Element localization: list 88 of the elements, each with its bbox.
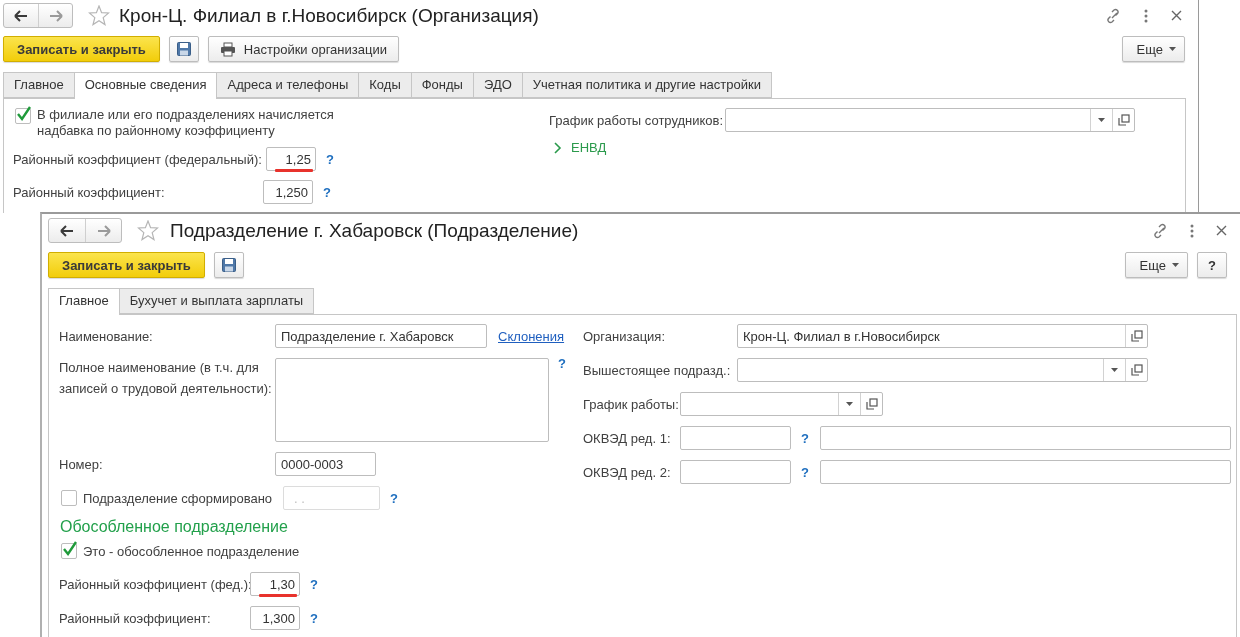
input-field[interactable]: [819, 426, 1231, 450]
open-icon: [865, 398, 878, 410]
star-icon[interactable]: [88, 5, 110, 26]
tab[interactable]: ЭДО: [472, 72, 522, 98]
save-button[interactable]: [168, 36, 199, 62]
field-label: Организация:: [583, 328, 667, 344]
field-label: Районный коэффициент:: [59, 610, 212, 626]
tab[interactable]: Фонды: [410, 72, 473, 98]
input-field[interactable]: 1,250: [263, 180, 313, 204]
section-toggle[interactable]: ЕНВД: [554, 140, 607, 155]
field-label: ОКВЭД ред. 2:: [583, 464, 672, 480]
tab[interactable]: Главное: [48, 288, 119, 315]
more-button[interactable]: Еще: [1121, 36, 1185, 62]
tab[interactable]: Учетная политика и другие настройки: [521, 72, 772, 98]
tab[interactable]: Адреса и телефоны: [216, 72, 359, 98]
checkbox[interactable]: [15, 108, 31, 124]
field-label: Районный коэффициент (фед.):: [59, 576, 250, 592]
chevron-icon: [554, 141, 562, 154]
checkbox-label: В филиале или его подразделениях начисляется надбавка по районному коэффициенту: [37, 107, 335, 139]
field-label: Районный коэффициент:: [13, 184, 166, 200]
field-label: График работы:: [583, 396, 680, 412]
checkmark-icon: [62, 541, 78, 556]
help-link[interactable]: ?: [310, 576, 318, 592]
save-and-close-button[interactable]: Записать и закрыть: [48, 252, 205, 278]
caret-icon: [846, 402, 853, 406]
input-field[interactable]: [680, 426, 791, 450]
star-icon[interactable]: [137, 220, 159, 241]
help-link[interactable]: ?: [801, 430, 809, 446]
field-label: Полное наименование (в т.ч. для записей о трудовой деятельности):: [59, 359, 273, 398]
help-link[interactable]: ?: [323, 184, 331, 200]
field-label: ОКВЭД ред. 1:: [583, 430, 672, 446]
arrow-left-icon: [59, 223, 75, 238]
settings-button[interactable]: Настройки организации: [207, 36, 399, 62]
link-icon[interactable]: [1105, 7, 1121, 24]
field-label: Наименование:: [59, 328, 154, 344]
declension-link[interactable]: Склонения: [498, 328, 565, 344]
input-field[interactable]: 0000-0003: [275, 452, 376, 476]
more-button[interactable]: Еще: [1124, 252, 1188, 278]
arrow-left-icon: [13, 8, 29, 23]
checkbox-label: Это - обособленное подразделение: [83, 543, 300, 559]
placeholder-text: . .: [293, 490, 306, 506]
arrow-right-icon: [95, 223, 112, 238]
tab[interactable]: Коды: [358, 72, 411, 98]
field-label: Номер:: [59, 456, 104, 472]
close-icon[interactable]: [1216, 225, 1227, 236]
open-icon: [1130, 330, 1143, 342]
link-icon[interactable]: [1152, 222, 1168, 239]
printer-icon: [219, 41, 236, 57]
checkbox[interactable]: [61, 543, 77, 559]
tab[interactable]: Основные сведения: [73, 72, 217, 99]
help-link[interactable]: ?: [558, 356, 566, 371]
input-field[interactable]: Крон-Ц. Филиал в г.Новосибирск: [737, 324, 1148, 348]
checkbox-label: Подразделение сформировано: [83, 490, 274, 506]
input-field[interactable]: [819, 460, 1231, 484]
text-area[interactable]: [275, 358, 549, 442]
input-field[interactable]: [680, 460, 791, 484]
window-title: Крон-Ц. Филиал в г.Новосибирск (Организация): [119, 4, 539, 27]
more-icon[interactable]: [1190, 223, 1194, 238]
input-field[interactable]: [725, 108, 1135, 132]
input-field[interactable]: [737, 358, 1148, 382]
input-field[interactable]: Подразделение г. Хабаровск: [275, 324, 487, 348]
input-field[interactable]: 1,25: [265, 147, 316, 171]
help-link[interactable]: ?: [310, 610, 318, 626]
tab[interactable]: Бухучет и выплата зарплаты: [118, 288, 315, 314]
tab[interactable]: Главное: [3, 72, 74, 98]
caret-icon: [1111, 368, 1118, 372]
save-button[interactable]: [213, 252, 244, 278]
caret-icon: [1098, 118, 1105, 122]
input-field[interactable]: [680, 392, 883, 416]
field-label: График работы сотрудников:: [549, 112, 725, 128]
caret-icon: [1169, 47, 1176, 51]
help-link[interactable]: ?: [801, 464, 809, 480]
checkmark-icon: [16, 106, 32, 121]
window-title: Подразделение г. Хабаровск (Подразделение): [170, 219, 579, 242]
help-link[interactable]: ?: [325, 151, 334, 167]
open-icon: [1130, 364, 1143, 376]
field-label: Районный коэффициент (федеральный):: [13, 151, 263, 167]
arrow-right-icon: [47, 8, 64, 23]
help-button[interactable]: ?: [1197, 252, 1227, 278]
more-icon[interactable]: [1144, 8, 1148, 23]
field-label: Вышестоящее подразд.:: [583, 362, 732, 378]
caret-icon: [1172, 263, 1179, 267]
close-icon[interactable]: [1171, 10, 1182, 21]
input-field[interactable]: 1,30: [250, 572, 300, 596]
open-icon: [1117, 114, 1130, 126]
input-field[interactable]: 1,300: [250, 606, 300, 630]
save-and-close-button[interactable]: Записать и закрыть: [3, 36, 160, 62]
section-title: Обособленное подразделение: [60, 518, 288, 536]
